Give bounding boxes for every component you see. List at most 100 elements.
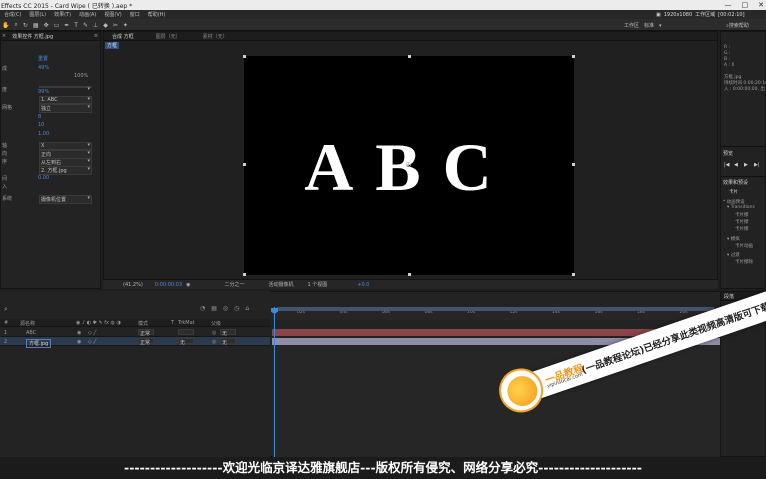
effects-tree-item[interactable]: 卡片擦除 [735, 259, 753, 265]
shy-icon[interactable]: ◔ [200, 305, 205, 312]
composition-viewer[interactable]: ABC ⊕ [243, 55, 575, 276]
parent-dropdown[interactable]: 无 [220, 329, 236, 337]
property-value[interactable]: 重置 [38, 55, 48, 62]
stamp-icon[interactable]: ⊥ [93, 22, 98, 29]
property-dropdown[interactable] [39, 86, 92, 92]
bbox-handle[interactable] [572, 163, 575, 166]
timeline-layer-row[interactable]: 2 方框.jpg ◉ ◇ ╱ 正常 无 ◎ 无 [0, 337, 270, 348]
minimize-button[interactable]: — [725, 1, 732, 9]
work-area-bar[interactable] [277, 307, 714, 311]
bbox-handle[interactable] [243, 55, 246, 58]
property-dropdown[interactable]: 1. ABC [39, 96, 92, 104]
effects-search-input[interactable]: 卡片 [729, 189, 738, 195]
tab-preview[interactable]: 预览 [723, 150, 733, 157]
property-value[interactable]: 0.00 [38, 175, 49, 181]
preview-control[interactable]: ▶| [754, 162, 760, 168]
trkmat-dropdown[interactable] [178, 329, 194, 335]
rotate-icon[interactable]: ↻ [23, 22, 28, 29]
eye-icon[interactable]: ◉ [77, 339, 81, 345]
tab-footage[interactable]: 素材（无） [203, 33, 228, 40]
switch-icons[interactable]: ◇ ╱ [88, 339, 96, 345]
menu-animation[interactable]: 动画(A) [79, 11, 96, 18]
close-icon[interactable]: × [2, 33, 6, 39]
layer-name[interactable]: ABC [26, 330, 36, 336]
timeline-search-icon[interactable]: ⌕ [4, 305, 8, 314]
workspace-dropdown[interactable]: 标准 [644, 22, 654, 29]
tab-effect-controls[interactable]: 效果控件 方框.jpg [12, 33, 53, 40]
mode-dropdown[interactable]: 正常 [138, 338, 154, 346]
menu-layer[interactable]: 图层(L) [29, 11, 46, 18]
frame-blend-icon[interactable]: ▤ [211, 305, 217, 312]
bbox-handle[interactable] [408, 55, 411, 58]
menu-window[interactable]: 窗口 [130, 11, 140, 18]
preview-control[interactable]: ▶ [744, 162, 748, 168]
hand-icon[interactable]: ✋ [2, 22, 9, 29]
property-value[interactable]: 8 [38, 114, 41, 120]
effects-tree-item[interactable]: 卡片动画 [735, 243, 753, 249]
tab-effects-presets[interactable]: 效果和预设 [723, 179, 748, 186]
switch-icons[interactable]: ◇ ╱ [88, 330, 96, 336]
trkmat-dropdown[interactable]: 无 [178, 338, 194, 346]
maximize-button[interactable]: □ [742, 1, 749, 9]
camera-icon[interactable]: ◉ [186, 282, 190, 288]
playhead-line[interactable] [274, 307, 275, 457]
property-value[interactable]: 49% [38, 65, 49, 71]
property-dropdown[interactable]: X [39, 142, 92, 150]
keyframe-icon[interactable]: ⌂ [245, 305, 249, 312]
menu-help[interactable]: 帮助(H) [148, 11, 166, 18]
camera-icon[interactable]: ▦ [33, 22, 39, 29]
col-mode[interactable]: 模式 [138, 320, 148, 327]
text-icon[interactable]: T [74, 22, 78, 29]
bbox-handle[interactable] [572, 55, 575, 58]
property-dropdown[interactable]: 摄像机位置 [39, 195, 92, 204]
graph-editor-icon[interactable]: ◷ [234, 305, 239, 312]
motion-blur-icon[interactable]: ◎ [223, 305, 228, 312]
property-dropdown[interactable]: 2. 方框.jpg [39, 166, 92, 175]
mode-dropdown[interactable]: 正常 [138, 329, 154, 337]
effects-tree-item[interactable]: ▾ Transitions [727, 205, 755, 210]
effects-tree-item[interactable]: 卡片擦 [735, 219, 749, 225]
views-dropdown[interactable]: 1 个视图 [308, 281, 328, 288]
pan-icon[interactable]: ✥ [44, 22, 49, 29]
rect-icon[interactable]: ▭ [54, 22, 60, 29]
timecode[interactable]: 0:00:00:03 [155, 282, 182, 288]
pick-whip-icon[interactable]: ◎ [212, 339, 216, 345]
menu-composition[interactable]: 合成(C) [4, 11, 21, 18]
preview-control[interactable]: |◀ [724, 162, 730, 168]
bbox-handle[interactable] [243, 163, 246, 166]
menu-view[interactable]: 视图(V) [104, 11, 121, 18]
col-source-name[interactable]: 源名称 [20, 320, 35, 327]
effects-tree-item[interactable]: ▾ 过渡 [727, 252, 740, 258]
active-camera-dropdown[interactable]: 活动摄像机 [269, 281, 294, 288]
magnification-dropdown[interactable]: (41.2%) [123, 282, 143, 288]
col-trkmat[interactable]: TrkMat [178, 320, 195, 326]
chevron-down-icon[interactable]: ▾ [659, 23, 662, 29]
effects-tree-item[interactable]: ▾ 模拟 [727, 236, 740, 242]
property-value[interactable]: 100% [74, 73, 88, 79]
property-value[interactable]: 99% [38, 89, 49, 95]
pick-whip-icon[interactable]: ◎ [212, 330, 216, 336]
puppet-icon[interactable]: ✦ [123, 22, 128, 29]
bbox-handle[interactable] [572, 273, 575, 276]
bbox-handle[interactable] [243, 273, 246, 276]
brush-icon[interactable]: ✎ [83, 22, 88, 29]
preview-control[interactable]: ◀ [734, 162, 738, 168]
tab-layer[interactable]: 图层（无） [156, 33, 181, 40]
bbox-handle[interactable] [408, 273, 411, 276]
layer-name[interactable]: 方框.jpg [26, 339, 52, 348]
comp-chip[interactable]: 方框 [105, 41, 120, 49]
eye-icon[interactable]: ◉ [77, 330, 81, 336]
exposure-value[interactable]: +0.0 [357, 282, 369, 288]
resolution-dropdown[interactable]: 二分之一 [225, 281, 245, 288]
effects-tree-item[interactable]: 卡片擦 [735, 212, 749, 218]
property-dropdown[interactable]: 独立 [39, 104, 92, 113]
pen-icon[interactable]: ✒ [64, 22, 69, 29]
effects-tree-item[interactable]: 卡片擦 [735, 226, 749, 232]
close-button[interactable]: ✕ [758, 1, 764, 9]
property-value[interactable]: 10 [38, 122, 44, 128]
roto-icon[interactable]: ✂ [113, 22, 118, 29]
parent-dropdown[interactable]: 无 [220, 338, 236, 346]
eraser-icon[interactable]: ◆ [103, 22, 108, 29]
timeline-layer-row[interactable]: 1 ABC ◉ ◇ ╱ 正常 ◎ 无 [0, 328, 270, 337]
tab-composition[interactable]: 合成 方框 [112, 33, 134, 40]
